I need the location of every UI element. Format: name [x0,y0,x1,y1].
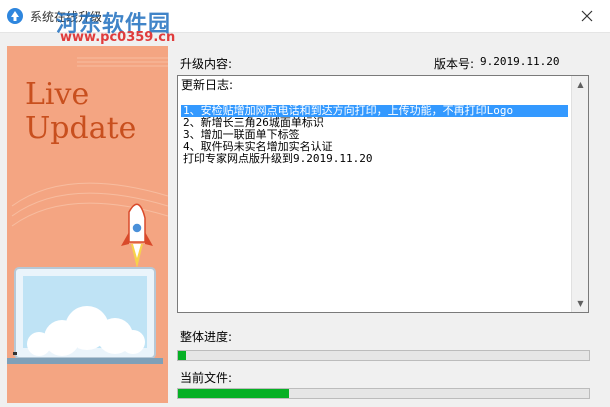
watermark-url: www.pc0359.cn [60,30,176,45]
log-line: 4、取件码未实名增加实名认证 [183,141,333,153]
banner-line2: Update [25,111,136,146]
update-log-content: 更新日志: 1、安检贴增加网点电话和到达方向打印，上传功能，不再打印Logo 2、… [181,79,568,309]
banner-line1: Live [25,77,89,112]
scroll-down-icon[interactable]: ▼ [572,295,589,312]
live-update-banner: Live Update [7,46,168,403]
overall-progress-label: 整体进度: [180,330,233,344]
update-log-lines: 1、安检贴增加网点电话和到达方向打印，上传功能，不再打印Logo 2、新增长三角2… [181,105,568,165]
update-log-textbox[interactable]: 更新日志: 1、安检贴增加网点电话和到达方向打印，上传功能，不再打印Logo 2、… [177,75,589,313]
app-icon [7,8,23,24]
current-file-progress-fill [178,389,289,398]
log-line: 打印专家网点版升级到9.2019.11.20 [183,153,373,165]
log-line: 2、新增长三角26城面单标识 [183,117,324,129]
update-log-title: 更新日志: [181,78,234,92]
log-line: 1、安检贴增加网点电话和到达方向打印，上传功能，不再打印Logo [181,105,568,117]
laptop-illustration [7,267,163,364]
window-title: 系统在线升级 [30,10,103,24]
close-icon [581,10,593,22]
version-label: 版本号: [434,57,475,71]
current-file-label: 当前文件: [180,371,233,385]
overall-progress-bar [177,350,590,361]
upgrade-content-label: 升级内容: [180,57,233,71]
log-scrollbar[interactable]: ▲ ▼ [571,76,588,312]
log-line: 3、增加一联面单下标签 [183,129,300,141]
version-value: 9.2019.11.20 [480,55,560,68]
scroll-up-icon[interactable]: ▲ [572,76,589,93]
current-file-progress-bar [177,388,590,399]
title-bar: 系统在线升级 河东软件园 www.pc0359.cn [0,0,610,45]
close-button[interactable] [564,0,610,32]
overall-progress-fill [178,351,187,360]
